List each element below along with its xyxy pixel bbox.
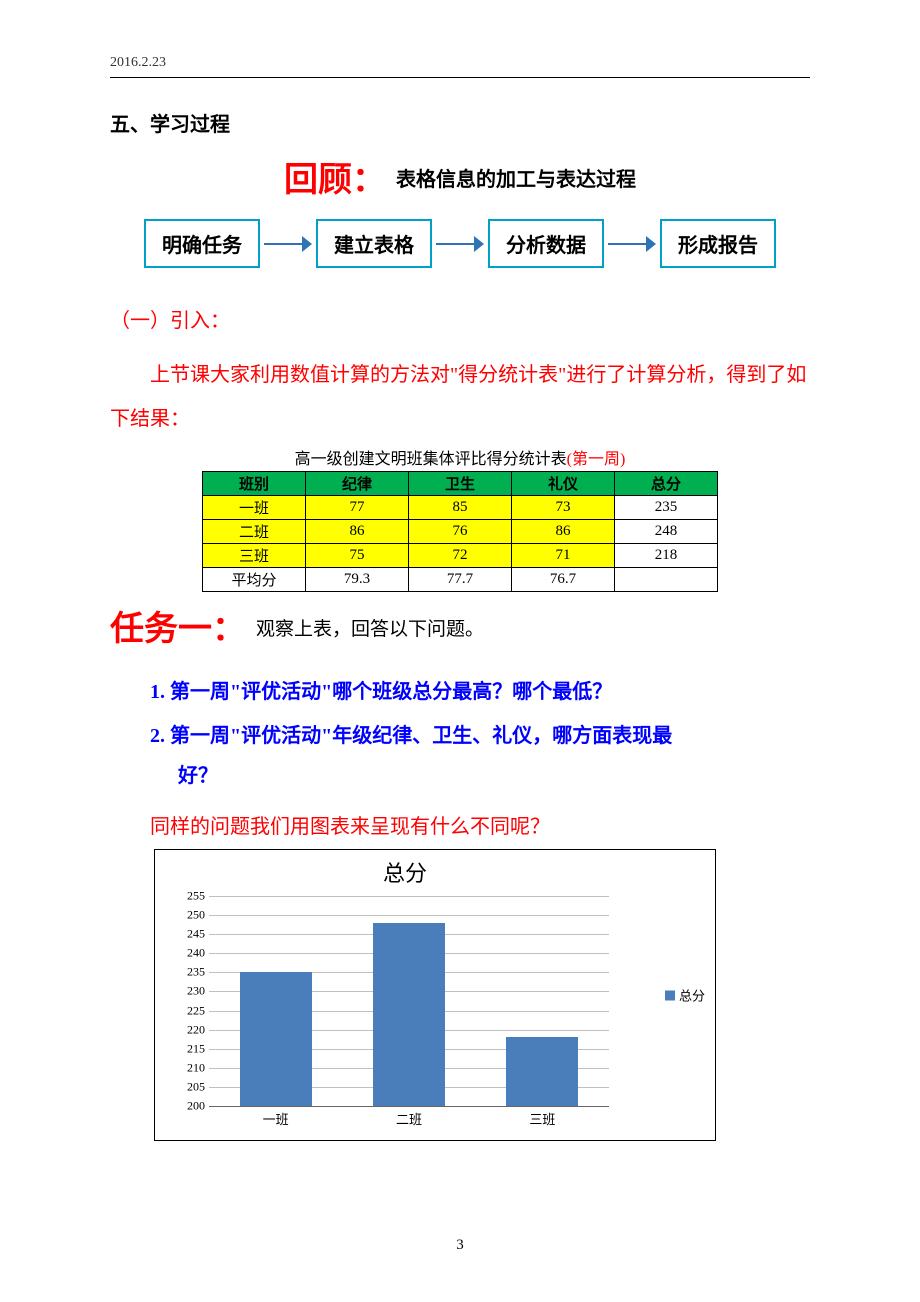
flow-step-2: 建立表格	[316, 219, 432, 268]
chart-x-tick: 一班	[240, 1109, 312, 1128]
cell: 三班	[203, 544, 306, 568]
score-table: 班别 纪律 卫生 礼仪 总分 一班 77 85 73 235 二班 86 76 …	[202, 471, 718, 592]
flow-step-1: 明确任务	[144, 219, 260, 268]
table-row: 二班 86 76 86 248	[203, 520, 718, 544]
cell: 76	[409, 520, 512, 544]
table-row-avg: 平均分 79.3 77.7 76.7	[203, 568, 718, 592]
col-header: 纪律	[306, 472, 409, 496]
col-header: 总分	[615, 472, 718, 496]
cell: 86	[306, 520, 409, 544]
chart-gridline	[209, 896, 609, 897]
question-2-line1: 2. 第一周"评优活动"年级纪律、卫生、礼仪，哪方面表现最	[150, 714, 810, 758]
cell: 79.3	[306, 568, 409, 592]
legend-label: 总分	[679, 986, 705, 1005]
chart-title: 总分	[155, 856, 655, 888]
cell: 86	[512, 520, 615, 544]
chart-gridline	[209, 1106, 609, 1107]
review-label: 回顾：	[284, 161, 386, 199]
header-date: 2016.2.23	[110, 55, 810, 71]
chart-legend: 总分	[665, 986, 705, 1005]
flow-step-3: 分析数据	[488, 219, 604, 268]
chart-x-tick: 二班	[373, 1109, 445, 1128]
header-rule	[110, 77, 810, 78]
chart-y-tick: 235	[155, 965, 205, 980]
chart-y-tick: 250	[155, 908, 205, 923]
chart-y-tick: 220	[155, 1022, 205, 1037]
chart-prompt: 同样的问题我们用图表来呈现有什么不同呢？	[150, 810, 810, 839]
cell: 72	[409, 544, 512, 568]
col-header: 班别	[203, 472, 306, 496]
arrow-icon	[264, 234, 312, 254]
subsection-intro-heading: （一）引入：	[110, 304, 810, 333]
cell: 77	[306, 496, 409, 520]
cell: 平均分	[203, 568, 306, 592]
question-1: 1. 第一周"评优活动"哪个班级总分最高？哪个最低？	[150, 670, 810, 714]
cell: 218	[615, 544, 718, 568]
chart-y-tick: 215	[155, 1041, 205, 1056]
cell: 一班	[203, 496, 306, 520]
process-flow: 明确任务 建立表格 分析数据 形成报告	[110, 219, 810, 268]
task-label: 任务一：	[110, 610, 246, 648]
cell: 85	[409, 496, 512, 520]
cell: 76.7	[512, 568, 615, 592]
task-subtitle: 观察上表，回答以下问题。	[256, 619, 484, 640]
cell: 71	[512, 544, 615, 568]
chart-x-tick: 三班	[506, 1109, 578, 1128]
cell: 248	[615, 520, 718, 544]
chart-y-tick: 240	[155, 946, 205, 961]
task-1-heading: 任务一： 观察上表，回答以下问题。	[110, 612, 810, 646]
cell: 75	[306, 544, 409, 568]
question-2-line2: 好？	[178, 754, 810, 798]
chart-plot-area: 200205210215220225230235240245250255一班二班…	[209, 896, 609, 1106]
chart-y-tick: 255	[155, 889, 205, 904]
chart-gridline	[209, 915, 609, 916]
table-row: 三班 75 72 71 218	[203, 544, 718, 568]
cell: 77.7	[409, 568, 512, 592]
review-subtitle: 表格信息的加工与表达过程	[396, 169, 636, 191]
chart-y-tick: 210	[155, 1060, 205, 1075]
table-row: 一班 77 85 73 235	[203, 496, 718, 520]
col-header: 卫生	[409, 472, 512, 496]
intro-paragraph: 上节课大家利用数值计算的方法对"得分统计表"进行了计算分析，得到了如下结果：	[110, 353, 810, 441]
chart-y-tick: 230	[155, 984, 205, 999]
chart-y-tick: 245	[155, 927, 205, 942]
cell	[615, 568, 718, 592]
score-table-title: 高一级创建文明班集体评比得分统计表(第一周)	[110, 445, 810, 469]
cell: 235	[615, 496, 718, 520]
chart-bar	[373, 923, 445, 1106]
cell: 二班	[203, 520, 306, 544]
flow-step-4: 形成报告	[660, 219, 776, 268]
legend-color-icon	[665, 990, 675, 1000]
bar-chart: 总分 200205210215220225230235240245250255一…	[154, 849, 716, 1141]
review-heading: 回顾： 表格信息的加工与表达过程	[110, 163, 810, 197]
chart-y-tick: 200	[155, 1099, 205, 1114]
table-title-week: (第一周)	[567, 451, 626, 468]
chart-y-tick: 225	[155, 1003, 205, 1018]
cell: 73	[512, 496, 615, 520]
page-number: 3	[0, 1237, 920, 1254]
chart-bar	[240, 972, 312, 1106]
col-header: 礼仪	[512, 472, 615, 496]
chart-y-tick: 205	[155, 1079, 205, 1094]
arrow-icon	[436, 234, 484, 254]
section-5-heading: 五、学习过程	[110, 108, 810, 137]
chart-bar	[506, 1037, 578, 1106]
table-title-text: 高一级创建文明班集体评比得分统计表	[295, 451, 567, 468]
arrow-icon	[608, 234, 656, 254]
